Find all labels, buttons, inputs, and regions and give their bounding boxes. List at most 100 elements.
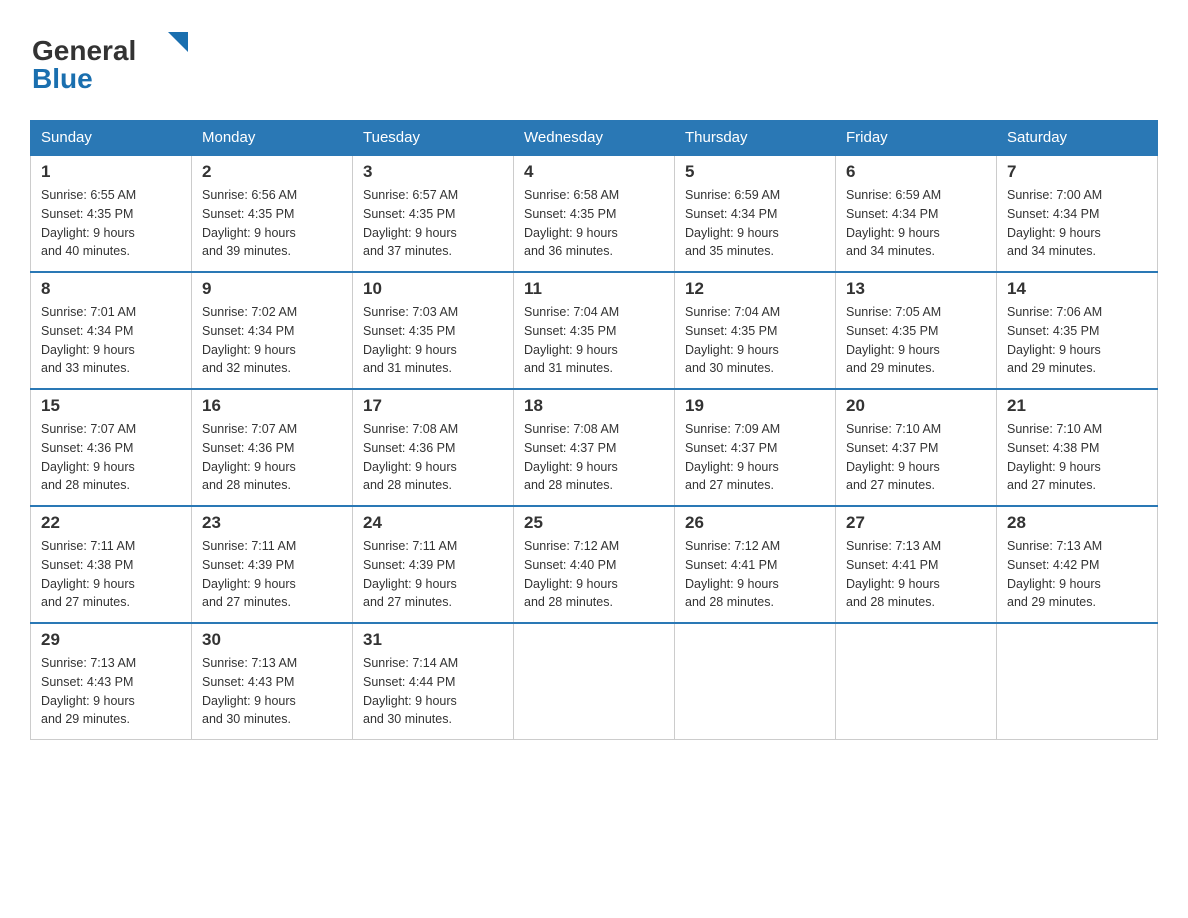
day-number: 21	[1007, 396, 1147, 416]
calendar-week-row: 15 Sunrise: 7:07 AM Sunset: 4:36 PM Dayl…	[31, 389, 1158, 506]
calendar-cell: 29 Sunrise: 7:13 AM Sunset: 4:43 PM Dayl…	[31, 623, 192, 740]
day-number: 5	[685, 162, 825, 182]
day-info: Sunrise: 7:14 AM Sunset: 4:44 PM Dayligh…	[363, 654, 503, 729]
day-info: Sunrise: 7:05 AM Sunset: 4:35 PM Dayligh…	[846, 303, 986, 378]
calendar-cell: 27 Sunrise: 7:13 AM Sunset: 4:41 PM Dayl…	[836, 506, 997, 623]
day-number: 26	[685, 513, 825, 533]
logo: General Blue	[30, 20, 190, 100]
day-number: 15	[41, 396, 181, 416]
day-header-friday: Friday	[836, 121, 997, 156]
day-number: 14	[1007, 279, 1147, 299]
calendar-cell: 6 Sunrise: 6:59 AM Sunset: 4:34 PM Dayli…	[836, 155, 997, 272]
day-info: Sunrise: 7:12 AM Sunset: 4:41 PM Dayligh…	[685, 537, 825, 612]
calendar-cell: 30 Sunrise: 7:13 AM Sunset: 4:43 PM Dayl…	[192, 623, 353, 740]
page-header: General Blue	[30, 20, 1158, 100]
calendar-cell: 18 Sunrise: 7:08 AM Sunset: 4:37 PM Dayl…	[514, 389, 675, 506]
day-header-sunday: Sunday	[31, 121, 192, 156]
day-number: 17	[363, 396, 503, 416]
calendar-cell: 11 Sunrise: 7:04 AM Sunset: 4:35 PM Dayl…	[514, 272, 675, 389]
calendar-week-row: 29 Sunrise: 7:13 AM Sunset: 4:43 PM Dayl…	[31, 623, 1158, 740]
calendar-cell: 16 Sunrise: 7:07 AM Sunset: 4:36 PM Dayl…	[192, 389, 353, 506]
day-number: 25	[524, 513, 664, 533]
day-info: Sunrise: 7:02 AM Sunset: 4:34 PM Dayligh…	[202, 303, 342, 378]
calendar-cell: 7 Sunrise: 7:00 AM Sunset: 4:34 PM Dayli…	[997, 155, 1158, 272]
day-info: Sunrise: 7:04 AM Sunset: 4:35 PM Dayligh…	[685, 303, 825, 378]
day-info: Sunrise: 7:11 AM Sunset: 4:38 PM Dayligh…	[41, 537, 181, 612]
logo-svg: General Blue	[30, 20, 190, 100]
day-info: Sunrise: 7:03 AM Sunset: 4:35 PM Dayligh…	[363, 303, 503, 378]
calendar-cell: 4 Sunrise: 6:58 AM Sunset: 4:35 PM Dayli…	[514, 155, 675, 272]
calendar-cell: 28 Sunrise: 7:13 AM Sunset: 4:42 PM Dayl…	[997, 506, 1158, 623]
day-header-tuesday: Tuesday	[353, 121, 514, 156]
day-info: Sunrise: 7:01 AM Sunset: 4:34 PM Dayligh…	[41, 303, 181, 378]
day-number: 20	[846, 396, 986, 416]
calendar-cell: 15 Sunrise: 7:07 AM Sunset: 4:36 PM Dayl…	[31, 389, 192, 506]
calendar-cell: 9 Sunrise: 7:02 AM Sunset: 4:34 PM Dayli…	[192, 272, 353, 389]
calendar-cell: 22 Sunrise: 7:11 AM Sunset: 4:38 PM Dayl…	[31, 506, 192, 623]
calendar-cell: 31 Sunrise: 7:14 AM Sunset: 4:44 PM Dayl…	[353, 623, 514, 740]
day-number: 23	[202, 513, 342, 533]
day-header-saturday: Saturday	[997, 121, 1158, 156]
day-info: Sunrise: 7:07 AM Sunset: 4:36 PM Dayligh…	[202, 420, 342, 495]
day-header-wednesday: Wednesday	[514, 121, 675, 156]
svg-text:General: General	[32, 35, 136, 66]
calendar-cell: 13 Sunrise: 7:05 AM Sunset: 4:35 PM Dayl…	[836, 272, 997, 389]
day-number: 9	[202, 279, 342, 299]
day-info: Sunrise: 6:57 AM Sunset: 4:35 PM Dayligh…	[363, 186, 503, 261]
day-header-monday: Monday	[192, 121, 353, 156]
day-number: 31	[363, 630, 503, 650]
day-info: Sunrise: 6:58 AM Sunset: 4:35 PM Dayligh…	[524, 186, 664, 261]
day-number: 1	[41, 162, 181, 182]
day-info: Sunrise: 7:09 AM Sunset: 4:37 PM Dayligh…	[685, 420, 825, 495]
calendar-cell: 10 Sunrise: 7:03 AM Sunset: 4:35 PM Dayl…	[353, 272, 514, 389]
day-info: Sunrise: 7:13 AM Sunset: 4:41 PM Dayligh…	[846, 537, 986, 612]
day-info: Sunrise: 7:10 AM Sunset: 4:38 PM Dayligh…	[1007, 420, 1147, 495]
day-number: 2	[202, 162, 342, 182]
day-info: Sunrise: 6:59 AM Sunset: 4:34 PM Dayligh…	[685, 186, 825, 261]
calendar-cell: 12 Sunrise: 7:04 AM Sunset: 4:35 PM Dayl…	[675, 272, 836, 389]
day-info: Sunrise: 6:55 AM Sunset: 4:35 PM Dayligh…	[41, 186, 181, 261]
calendar-cell	[514, 623, 675, 740]
day-number: 8	[41, 279, 181, 299]
calendar-cell: 3 Sunrise: 6:57 AM Sunset: 4:35 PM Dayli…	[353, 155, 514, 272]
day-info: Sunrise: 7:13 AM Sunset: 4:43 PM Dayligh…	[202, 654, 342, 729]
calendar-cell	[675, 623, 836, 740]
day-number: 24	[363, 513, 503, 533]
day-info: Sunrise: 7:12 AM Sunset: 4:40 PM Dayligh…	[524, 537, 664, 612]
day-number: 13	[846, 279, 986, 299]
day-number: 16	[202, 396, 342, 416]
calendar-table: SundayMondayTuesdayWednesdayThursdayFrid…	[30, 120, 1158, 740]
calendar-cell: 26 Sunrise: 7:12 AM Sunset: 4:41 PM Dayl…	[675, 506, 836, 623]
day-number: 18	[524, 396, 664, 416]
day-info: Sunrise: 7:08 AM Sunset: 4:36 PM Dayligh…	[363, 420, 503, 495]
day-number: 7	[1007, 162, 1147, 182]
calendar-week-row: 1 Sunrise: 6:55 AM Sunset: 4:35 PM Dayli…	[31, 155, 1158, 272]
day-info: Sunrise: 6:59 AM Sunset: 4:34 PM Dayligh…	[846, 186, 986, 261]
calendar-cell: 24 Sunrise: 7:11 AM Sunset: 4:39 PM Dayl…	[353, 506, 514, 623]
day-info: Sunrise: 6:56 AM Sunset: 4:35 PM Dayligh…	[202, 186, 342, 261]
day-number: 27	[846, 513, 986, 533]
day-info: Sunrise: 7:06 AM Sunset: 4:35 PM Dayligh…	[1007, 303, 1147, 378]
day-info: Sunrise: 7:04 AM Sunset: 4:35 PM Dayligh…	[524, 303, 664, 378]
calendar-cell: 19 Sunrise: 7:09 AM Sunset: 4:37 PM Dayl…	[675, 389, 836, 506]
calendar-week-row: 22 Sunrise: 7:11 AM Sunset: 4:38 PM Dayl…	[31, 506, 1158, 623]
day-number: 6	[846, 162, 986, 182]
calendar-cell: 23 Sunrise: 7:11 AM Sunset: 4:39 PM Dayl…	[192, 506, 353, 623]
day-number: 30	[202, 630, 342, 650]
calendar-cell: 17 Sunrise: 7:08 AM Sunset: 4:36 PM Dayl…	[353, 389, 514, 506]
day-number: 19	[685, 396, 825, 416]
day-info: Sunrise: 7:13 AM Sunset: 4:43 PM Dayligh…	[41, 654, 181, 729]
calendar-cell: 25 Sunrise: 7:12 AM Sunset: 4:40 PM Dayl…	[514, 506, 675, 623]
calendar-cell: 1 Sunrise: 6:55 AM Sunset: 4:35 PM Dayli…	[31, 155, 192, 272]
calendar-week-row: 8 Sunrise: 7:01 AM Sunset: 4:34 PM Dayli…	[31, 272, 1158, 389]
day-info: Sunrise: 7:13 AM Sunset: 4:42 PM Dayligh…	[1007, 537, 1147, 612]
day-info: Sunrise: 7:00 AM Sunset: 4:34 PM Dayligh…	[1007, 186, 1147, 261]
day-info: Sunrise: 7:11 AM Sunset: 4:39 PM Dayligh…	[363, 537, 503, 612]
calendar-cell	[836, 623, 997, 740]
day-number: 29	[41, 630, 181, 650]
calendar-header-row: SundayMondayTuesdayWednesdayThursdayFrid…	[31, 121, 1158, 156]
day-info: Sunrise: 7:10 AM Sunset: 4:37 PM Dayligh…	[846, 420, 986, 495]
svg-text:Blue: Blue	[32, 63, 93, 94]
day-number: 12	[685, 279, 825, 299]
day-number: 3	[363, 162, 503, 182]
